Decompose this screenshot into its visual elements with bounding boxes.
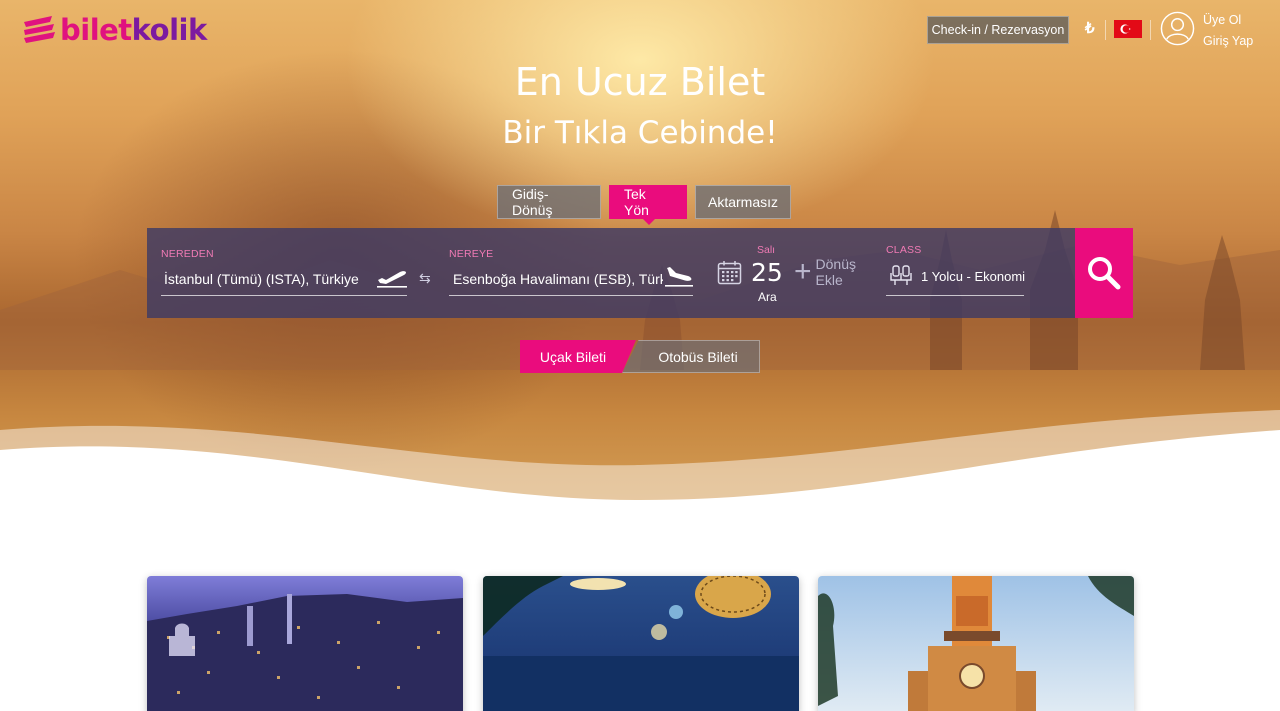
to-underline [449, 295, 693, 296]
checkin-reservation-button[interactable]: Check-in / Rezervasyon [927, 16, 1069, 44]
class-underline [886, 295, 1024, 296]
header-divider [1150, 20, 1151, 40]
logo[interactable]: biletkolik [22, 13, 207, 47]
header-divider [1105, 20, 1106, 40]
date-day-name: Salı [757, 244, 776, 256]
search-icon [1088, 257, 1121, 290]
seaside-lanterns-photo [483, 576, 799, 711]
departure-date[interactable]: 25 [751, 258, 783, 287]
tab-flight-ticket[interactable]: Uçak Bileti [520, 340, 636, 373]
landing-plane-icon [665, 267, 693, 287]
currency-selector[interactable]: ₺ [1085, 19, 1095, 37]
hero-wave-divider [0, 410, 1280, 520]
destination-card[interactable] [818, 576, 1134, 711]
hero-title: En Ucuz Bilet [514, 60, 766, 104]
tab-round-trip[interactable]: Gidiş-Dönüş [497, 185, 601, 219]
plus-icon: + [794, 255, 812, 288]
flight-search-form: NEREDEN İstanbul (Tümü) (ISTA), Türkiye … [147, 228, 1133, 318]
to-label: NEREYE [449, 248, 494, 260]
passenger-class-select[interactable]: 1 Yolcu - Ekonomi [921, 269, 1025, 284]
user-avatar-icon[interactable] [1160, 11, 1195, 46]
logo-text: biletkolik [60, 13, 207, 47]
logo-text-part2: kolik [131, 13, 208, 47]
to-input[interactable]: Esenboğa Havalimanı (ESB), Türkiye [453, 271, 663, 287]
return-label: Dönüş [815, 256, 856, 272]
logo-mark-icon [24, 16, 55, 43]
takeoff-plane-icon [377, 271, 407, 288]
calendar-icon[interactable] [717, 260, 742, 285]
turkey-flag-icon[interactable] [1114, 20, 1142, 38]
from-underline [161, 295, 407, 296]
tab-bus-ticket[interactable]: Otobüs Bileti [622, 340, 760, 373]
destination-card[interactable] [483, 576, 799, 711]
clock-tower-photo [818, 576, 1134, 711]
tab-one-way[interactable]: Tek Yön [609, 185, 687, 225]
seat-passenger-icon [890, 265, 912, 285]
tab-direct[interactable]: Aktarmasız [695, 185, 791, 219]
add-label: Ekle [815, 272, 843, 288]
class-label: CLASS [886, 244, 922, 256]
from-input[interactable]: İstanbul (Tümü) (ISTA), Türkiye [164, 271, 369, 287]
city-night-photo [147, 576, 463, 711]
return-add-text: Dönüş Ekle [816, 256, 856, 288]
destination-card[interactable] [147, 576, 463, 711]
add-return-button[interactable]: + Dönüş Ekle [794, 256, 856, 288]
search-button[interactable] [1075, 228, 1133, 318]
swap-direction-icon[interactable]: ⇆ [419, 270, 431, 287]
login-link[interactable]: Giriş Yap [1203, 31, 1253, 52]
hero-subtitle: Bir Tıkla Cebinde! [502, 115, 778, 151]
user-links: Üye Ol Giriş Yap [1203, 10, 1253, 52]
transport-tabs: Otobüs Bileti Uçak Bileti [520, 340, 760, 373]
from-label: NEREDEN [161, 248, 214, 260]
logo-text-part1: bilet [60, 13, 132, 47]
date-month: Ara [758, 290, 777, 304]
trip-type-tabs: Gidiş-Dönüş Tek Yön Aktarmasız [497, 185, 791, 225]
signup-link[interactable]: Üye Ol [1203, 10, 1253, 31]
